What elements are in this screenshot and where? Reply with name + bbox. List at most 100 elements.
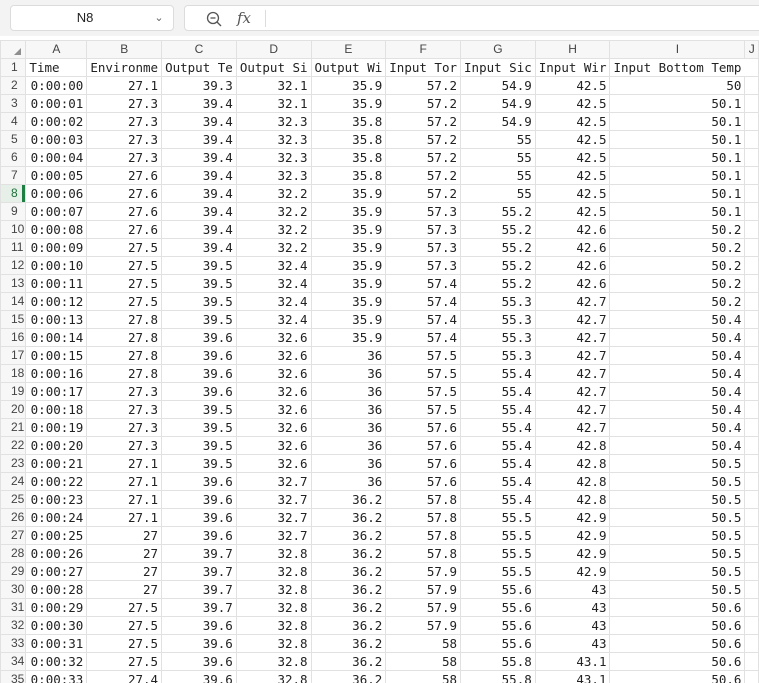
table-cell[interactable]: 0:00:30 [25,616,88,635]
table-cell[interactable]: 39.6 [161,346,237,365]
table-cell[interactable] [744,310,759,329]
table-cell[interactable]: 50.4 [609,400,746,419]
table-cell[interactable]: 39.6 [161,490,237,509]
column-header[interactable]: D [235,40,312,59]
table-cell[interactable]: 32.4 [235,310,312,329]
table-cell[interactable]: 36 [310,400,387,419]
table-cell[interactable]: 39.7 [161,580,237,599]
table-cell[interactable]: 35.9 [310,292,387,311]
table-cell[interactable]: 0:00:14 [25,328,88,347]
column-header[interactable]: C [161,40,237,59]
table-cell[interactable]: 32.2 [235,238,312,257]
table-cell[interactable]: 35.9 [310,310,387,329]
table-cell[interactable]: 39.4 [161,202,237,221]
table-cell[interactable]: 55.4 [460,400,536,419]
header-cell[interactable]: Input Sic [460,58,536,77]
table-cell[interactable] [744,616,759,635]
table-cell[interactable]: 42.7 [534,364,611,383]
table-cell[interactable]: 57.2 [385,148,462,167]
column-header[interactable]: I [609,40,746,59]
table-cell[interactable]: 54.9 [460,94,536,113]
table-cell[interactable]: 35.9 [310,328,387,347]
table-cell[interactable]: 0:00:04 [25,148,88,167]
row-header[interactable]: 11 [0,238,27,257]
table-cell[interactable] [744,598,759,617]
table-cell[interactable]: 55.2 [460,202,536,221]
table-cell[interactable]: 36 [310,346,387,365]
table-cell[interactable] [744,166,759,185]
table-cell[interactable]: 27 [86,544,163,563]
table-cell[interactable]: 27.5 [86,598,163,617]
table-cell[interactable]: 39.5 [161,310,237,329]
table-cell[interactable]: 57.3 [385,202,462,221]
table-cell[interactable] [744,526,759,545]
table-cell[interactable]: 39.4 [161,130,237,149]
table-cell[interactable]: 27.5 [86,652,163,671]
table-cell[interactable]: 57.9 [385,562,462,581]
header-cell[interactable]: Environme [86,58,163,77]
table-cell[interactable]: 55.4 [460,418,536,437]
table-cell[interactable]: 36.2 [310,634,387,653]
table-cell[interactable]: 57.2 [385,130,462,149]
table-cell[interactable]: 42.7 [534,418,611,437]
table-cell[interactable]: 36 [310,418,387,437]
table-cell[interactable]: 36.2 [310,508,387,527]
header-cell[interactable] [744,58,759,77]
table-cell[interactable]: 57.2 [385,76,462,95]
table-cell[interactable]: 57.6 [385,472,462,491]
table-cell[interactable]: 54.9 [460,112,536,131]
table-cell[interactable]: 50.1 [609,166,746,185]
table-cell[interactable]: 0:00:01 [25,94,88,113]
header-cell[interactable]: Input Tor [385,58,462,77]
table-cell[interactable]: 50 [609,76,746,95]
table-cell[interactable]: 50.2 [609,256,746,275]
table-cell[interactable]: 27 [86,580,163,599]
fx-icon[interactable]: fx [237,8,251,28]
table-cell[interactable]: 39.7 [161,598,237,617]
table-cell[interactable]: 55.4 [460,490,536,509]
table-cell[interactable]: 55.3 [460,328,536,347]
table-cell[interactable]: 42.9 [534,562,611,581]
table-cell[interactable]: 32.6 [235,454,312,473]
header-cell[interactable]: Output Wi [310,58,387,77]
table-cell[interactable]: 57.8 [385,490,462,509]
table-cell[interactable]: 27.4 [86,670,163,683]
table-cell[interactable]: 55.8 [460,652,536,671]
table-cell[interactable]: 27.5 [86,238,163,257]
header-cell[interactable]: Output Si [235,58,312,77]
table-cell[interactable]: 39.6 [161,328,237,347]
table-cell[interactable]: 50.1 [609,130,746,149]
row-header[interactable]: 8 [0,184,27,203]
table-cell[interactable]: 42.7 [534,400,611,419]
table-cell[interactable]: 0:00:10 [25,256,88,275]
table-cell[interactable]: 27.1 [86,472,163,491]
row-header[interactable]: 1 [0,58,27,77]
table-cell[interactable]: 50.5 [609,508,746,527]
table-cell[interactable]: 39.4 [161,94,237,113]
table-cell[interactable]: 35.9 [310,274,387,293]
row-header[interactable]: 19 [0,382,27,401]
chevron-down-icon[interactable]: ⌄ [152,9,166,27]
table-cell[interactable] [744,562,759,581]
table-cell[interactable]: 27.3 [86,130,163,149]
column-header[interactable]: B [86,40,163,59]
table-cell[interactable]: 0:00:29 [25,598,88,617]
table-cell[interactable]: 55.3 [460,292,536,311]
table-cell[interactable]: 43 [534,616,611,635]
table-cell[interactable]: 27.5 [86,616,163,635]
table-cell[interactable]: 42.5 [534,112,611,131]
header-cell[interactable]: Time [25,58,88,77]
row-header[interactable]: 27 [0,526,27,545]
table-cell[interactable]: 57.2 [385,112,462,131]
table-cell[interactable]: 27 [86,562,163,581]
table-cell[interactable]: 55 [460,184,536,203]
table-cell[interactable]: 42.6 [534,238,611,257]
table-cell[interactable]: 57.3 [385,256,462,275]
table-cell[interactable]: 36.2 [310,616,387,635]
row-header[interactable]: 7 [0,166,27,185]
row-header[interactable]: 28 [0,544,27,563]
table-cell[interactable] [744,76,759,95]
table-cell[interactable]: 32.7 [235,490,312,509]
table-cell[interactable]: 35.8 [310,112,387,131]
table-cell[interactable]: 27.1 [86,76,163,95]
